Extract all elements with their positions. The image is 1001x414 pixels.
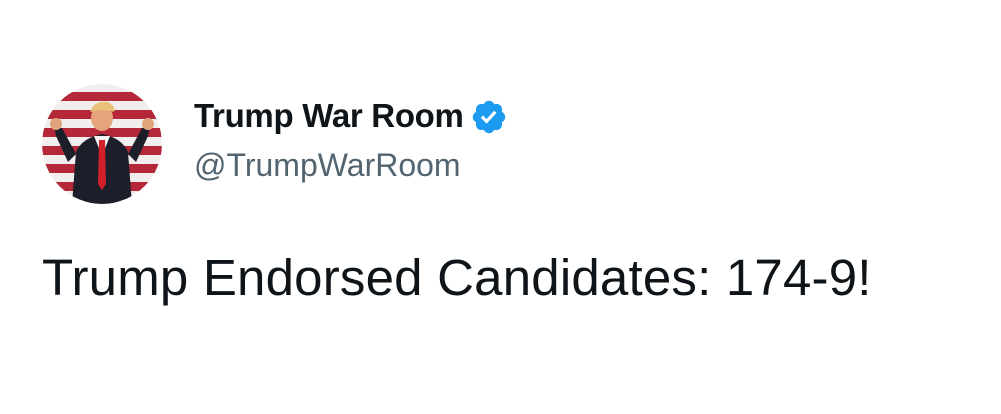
author-name-row: Trump War Room	[194, 95, 508, 137]
avatar-photo-icon	[42, 84, 162, 204]
tweet-card: Trump War Room @TrumpWarRoom Trump Endor…	[0, 0, 1001, 414]
tweet-text: Trump Endorsed Candidates: 174-9!	[42, 249, 872, 306]
author-handle[interactable]: @TrumpWarRoom	[194, 147, 461, 184]
avatar[interactable]	[42, 84, 162, 204]
verified-badge-icon	[470, 98, 508, 136]
author-display-name[interactable]: Trump War Room	[194, 97, 464, 135]
